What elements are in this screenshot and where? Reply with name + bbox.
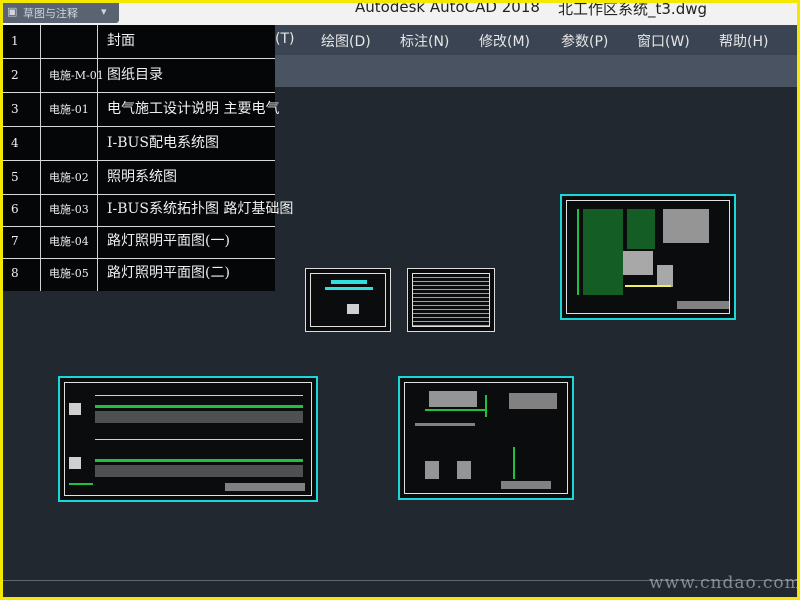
bus-modules <box>429 391 477 407</box>
drawing-index-table[interactable]: 1 封面 2 电施-M-01 图纸目录 3 电施-01 电气施工设计说明 主要电… <box>3 25 293 291</box>
lamp-row <box>95 411 303 423</box>
quick-access-toolbar[interactable]: ▣ 草图与注释 ▾ <box>3 3 119 23</box>
table-row[interactable]: 8 电施-05 路灯照明平面图(二) <box>3 257 275 290</box>
drawing-code: 电施-03 <box>49 203 89 216</box>
sheet-frame <box>404 382 568 494</box>
index-sheet-thumbnail[interactable] <box>407 268 495 332</box>
menu-dimension[interactable]: 标注(N) <box>400 31 449 51</box>
row-number: 8 <box>11 266 19 280</box>
menu-parametric[interactable]: 参数(P) <box>561 31 608 51</box>
notes-text <box>583 209 623 295</box>
row-number: 3 <box>11 102 19 116</box>
title-block <box>677 301 729 309</box>
drawing-title: 照明系统图 <box>107 169 177 185</box>
panel-diagram <box>657 265 673 287</box>
panel-diagram <box>623 251 653 275</box>
title-text-block <box>331 280 367 284</box>
table-row[interactable]: 7 电施-04 路灯照明平面图(一) <box>3 225 275 259</box>
drawing-title: 路灯照明平面图(一) <box>107 233 230 249</box>
sheet-frame <box>310 273 386 327</box>
row-number: 1 <box>11 34 19 48</box>
foundation-detail <box>425 461 439 479</box>
file-name: 北工作区系统_t3.dwg <box>558 3 708 18</box>
table-row[interactable]: 1 封面 <box>3 25 275 59</box>
legend-line <box>69 483 93 485</box>
road-centerline <box>95 405 303 408</box>
menu-modify[interactable]: 修改(M) <box>479 31 530 51</box>
chevron-down-icon[interactable]: ▾ <box>101 5 107 18</box>
table-row[interactable]: 6 电施-03 I-BUS系统拓扑图 路灯基础图 <box>3 193 293 227</box>
title-bar: ▣ 草图与注释 ▾ Autodesk AutoCAD 2018 北工作区系统_t… <box>3 3 797 25</box>
menu-window[interactable]: 窗口(W) <box>637 31 690 51</box>
bus-line <box>485 395 487 417</box>
cover-sheet-thumbnail[interactable] <box>305 268 391 332</box>
bus-line <box>425 409 487 411</box>
notes-column <box>577 209 579 295</box>
drawing-title: I-BUS系统拓扑图 路灯基础图 <box>107 201 294 217</box>
lighting-plan-sheet[interactable] <box>58 376 318 502</box>
row-number: 5 <box>11 170 19 184</box>
watermark: www.cndao.com <box>649 573 797 593</box>
legend-table <box>663 209 709 243</box>
key-plan <box>69 457 81 469</box>
table-row[interactable]: 4 I-BUS配电系统图 <box>3 127 275 161</box>
workspace-label[interactable]: 草图与注释 <box>23 5 78 21</box>
row-number: 2 <box>11 68 19 82</box>
notes-text <box>415 423 475 426</box>
drawing-code: 电施-04 <box>49 235 89 248</box>
road-centerline <box>95 459 303 462</box>
stamp-block <box>347 304 359 314</box>
title-block <box>501 481 551 489</box>
notes-text <box>627 209 655 249</box>
row-number: 4 <box>11 136 19 150</box>
key-plan <box>69 403 81 415</box>
title-text-block <box>325 287 373 290</box>
pole-detail <box>513 447 515 479</box>
drawing-title: I-BUS配电系统图 <box>107 135 219 151</box>
foundation-detail <box>457 461 471 479</box>
topology-sheet[interactable] <box>398 376 574 500</box>
row-number: 6 <box>11 202 19 216</box>
table-row[interactable]: 2 电施-M-01 图纸目录 <box>3 59 275 93</box>
table-grid <box>412 273 490 327</box>
drawing-code: 电施-05 <box>49 267 89 280</box>
sheet-frame <box>64 382 312 496</box>
lamp-row <box>95 465 303 477</box>
feeder-line <box>625 285 671 287</box>
drawing-title: 电气施工设计说明 主要电气 <box>107 101 280 117</box>
menu-help[interactable]: 帮助(H) <box>719 31 768 51</box>
app-title: Autodesk AutoCAD 2018 <box>355 3 540 16</box>
drawing-code: 电施-01 <box>49 103 89 116</box>
drawing-title: 封面 <box>107 33 135 49</box>
road-edge-line <box>95 395 303 396</box>
sheet-frame <box>566 200 730 314</box>
menu-tools[interactable]: (T) <box>275 31 294 47</box>
system-diagram-sheet[interactable] <box>560 194 736 320</box>
drawing-code: 电施-M-01 <box>49 69 104 82</box>
legend-table <box>509 393 557 409</box>
row-number: 7 <box>11 234 19 248</box>
road-edge-line <box>95 439 303 440</box>
menu-draw[interactable]: 绘图(D) <box>321 31 371 51</box>
drawing-title: 路灯照明平面图(二) <box>107 265 230 281</box>
autocad-window: ▣ 草图与注释 ▾ Autodesk AutoCAD 2018 北工作区系统_t… <box>3 3 797 597</box>
workspace-icon[interactable]: ▣ <box>7 5 17 18</box>
table-row[interactable]: 3 电施-01 电气施工设计说明 主要电气 <box>3 93 279 127</box>
table-row[interactable]: 5 电施-02 照明系统图 <box>3 161 275 195</box>
title-block <box>225 483 305 491</box>
drawing-title: 图纸目录 <box>107 67 163 83</box>
drawing-code: 电施-02 <box>49 171 89 184</box>
